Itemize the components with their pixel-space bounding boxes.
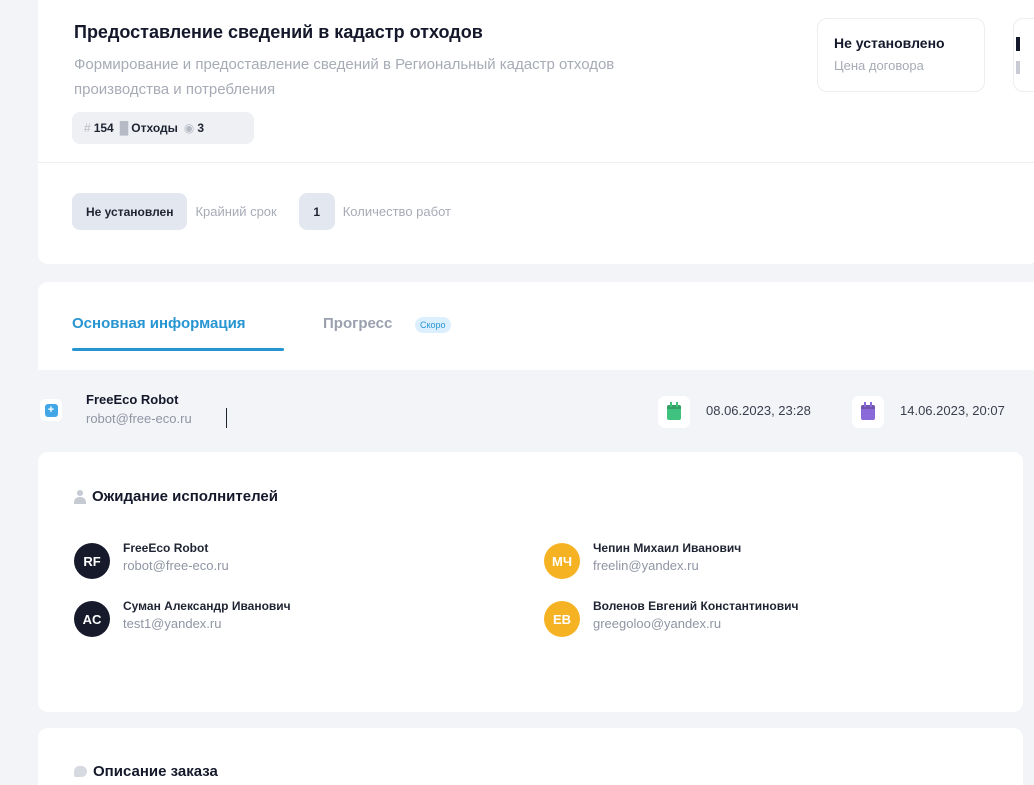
avatar: МЧ [544, 543, 580, 579]
order-title: Предоставление сведений в кадастр отходо… [74, 22, 483, 42]
active-tab-indicator [72, 348, 284, 351]
description-card: Описание заказа [38, 728, 1023, 785]
plus-icon: + [44, 403, 58, 417]
works-count-label: Количество работ [342, 204, 451, 219]
executor-email: test1@yandex.ru [123, 616, 222, 631]
tab-progress[interactable]: Прогресс [323, 315, 392, 332]
created-date: 08.06.2023, 23:28 [706, 403, 811, 418]
executor-name: Чепин Михаил Иванович [593, 541, 742, 555]
executor-item[interactable]: RF FreeEco Robot robot@free-eco.ru [74, 540, 229, 579]
tab-main-info[interactable]: Основная информация [72, 315, 246, 332]
avatar: EB [544, 601, 580, 637]
executor-item[interactable]: EB Воленов Евгений Константинович greego… [544, 598, 798, 637]
tabs-bar: Основная информация Прогресс Скоро [38, 282, 1034, 370]
order-tags: # 154 █ Отходы ◉ 3 [72, 112, 254, 144]
order-category: Отходы [131, 121, 178, 135]
works-count-chip: 1 [298, 193, 335, 230]
chat-icon [74, 766, 87, 777]
calendar-add-icon [667, 401, 681, 420]
description-title-text: Описание заказа [93, 763, 218, 780]
text-cursor [226, 408, 227, 428]
deadline-label: Крайний срок [195, 204, 277, 219]
author-email: robot@free-eco.ru [86, 411, 192, 426]
price-label: Цена договора [834, 58, 924, 73]
executor-name: FreeEco Robot [123, 541, 209, 555]
order-meta-row: Не установлен Крайний срок 1 Количество … [72, 193, 473, 230]
executor-item[interactable]: МЧ Чепин Михаил Иванович freelin@yandex.… [544, 540, 741, 579]
secondary-info-card [1013, 18, 1034, 92]
executors-title-text: Ожидание исполнителей [92, 488, 278, 505]
executor-email: robot@free-eco.ru [123, 558, 229, 573]
executor-item[interactable]: AC Суман Александр Иванович test1@yandex… [74, 598, 291, 637]
author-name: FreeEco Robot [86, 392, 179, 407]
page-left-edge [0, 0, 14, 785]
executors-card: Ожидание исполнителей RF FreeEco Robot r… [38, 452, 1023, 712]
deadline-date-icon-box [852, 396, 884, 428]
price-card: Не установлено Цена договора [817, 18, 985, 92]
expand-author-button[interactable]: + [40, 399, 62, 421]
executor-email: freelin@yandex.ru [593, 558, 699, 573]
order-subtitle: Формирование и предоставление сведений в… [74, 56, 615, 98]
soon-badge: Скоро [415, 317, 451, 333]
executors-title: Ожидание исполнителей [74, 488, 278, 505]
deadline-chip: Не установлен [72, 193, 188, 230]
trash-icon: █ [119, 121, 129, 135]
executor-name: Суман Александр Иванович [123, 599, 291, 613]
divider [38, 162, 1034, 163]
executor-email: greegoloo@yandex.ru [593, 616, 722, 631]
executor-name: Воленов Евгений Константинович [593, 599, 799, 613]
order-views: 3 [197, 121, 205, 135]
created-date-icon-box [658, 396, 690, 428]
avatar: AC [74, 601, 110, 637]
order-header-card: Предоставление сведений в кадастр отходо… [38, 0, 1034, 264]
person-icon [74, 490, 86, 504]
eye-icon: ◉ [183, 121, 195, 135]
calendar-edit-icon [861, 401, 875, 420]
description-title: Описание заказа [74, 763, 218, 780]
price-value: Не установлено [834, 35, 945, 51]
order-number: 154 [93, 121, 114, 135]
deadline-date: 14.06.2023, 20:07 [900, 403, 1005, 418]
avatar: RF [74, 543, 110, 579]
hash-icon: # [84, 121, 91, 135]
